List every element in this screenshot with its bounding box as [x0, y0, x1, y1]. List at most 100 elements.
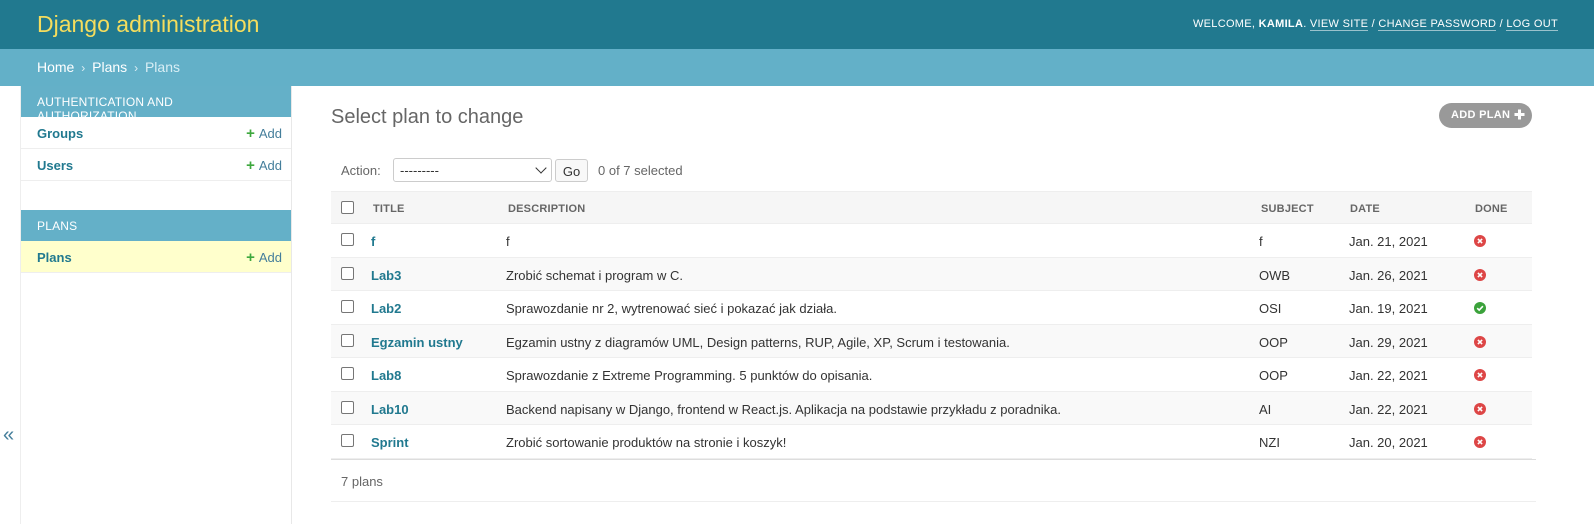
row-description: Zrobić schemat i program w C.: [506, 267, 683, 283]
row-checkbox[interactable]: [341, 434, 354, 447]
breadcrumb-separator: ›: [134, 61, 139, 75]
sidebar-link-users[interactable]: Users: [37, 158, 73, 173]
row-checkbox[interactable]: [341, 400, 354, 414]
row-checkbox[interactable]: [341, 233, 354, 246]
toggle-sidebar-button[interactable]: «: [3, 424, 14, 447]
select-all-checkbox[interactable]: [341, 201, 354, 214]
row-subject: AI: [1259, 401, 1272, 417]
sidebar-item-users: Users + Add: [21, 149, 291, 181]
go-button[interactable]: Go: [555, 159, 588, 182]
user-tools-separator: /: [1368, 18, 1379, 30]
username: KAMILA: [1258, 18, 1304, 30]
action-label: Action:: [341, 163, 381, 178]
breadcrumb-current: Plans: [144, 59, 180, 75]
row-title-link[interactable]: Egzamin ustny: [371, 335, 463, 350]
row-checkbox[interactable]: [341, 333, 354, 347]
nav-sidebar: AUTHENTICATION AND AUTHORIZATION Groups …: [20, 86, 292, 524]
row-date: Jan. 26, 2021: [1349, 267, 1428, 283]
row-checkbox[interactable]: [341, 300, 354, 313]
row-subject: OSI: [1259, 301, 1282, 316]
row-description: Zrobić sortowanie produktów na stronie i…: [506, 435, 787, 450]
row-checkbox[interactable]: [341, 266, 354, 280]
site-brand[interactable]: Django administration: [37, 11, 259, 38]
column-header-description[interactable]: DESCRIPTION: [508, 203, 585, 215]
table-row: Lab3 Zrobić schemat i program w C. OWB Jan.…: [331, 257, 1532, 291]
table-row: f f f Jan. 21, 2021: [331, 224, 1532, 258]
add-plus-icon: +: [246, 125, 255, 142]
done-no-icon: [1474, 369, 1486, 381]
row-subject: OWB: [1259, 267, 1291, 283]
add-groups-link[interactable]: + Add: [246, 126, 282, 141]
row-subject: OOP: [1259, 368, 1288, 383]
add-label: Add: [258, 250, 282, 265]
breadcrumb-separator: ›: [81, 61, 86, 75]
row-subject: NZI: [1259, 435, 1280, 450]
chevron-down-icon: [535, 162, 547, 174]
sidebar-item-groups: Groups + Add: [21, 117, 291, 149]
table-row: Sprint Zrobić sortowanie produktów na str…: [331, 425, 1532, 459]
change-password-link[interactable]: CHANGE PASSWORD: [1378, 18, 1497, 31]
view-site-link[interactable]: VIEW SITE: [1309, 18, 1369, 31]
row-title-link[interactable]: Lab10: [371, 402, 409, 417]
row-date: Jan. 22, 2021: [1349, 401, 1428, 417]
sidebar-link-groups[interactable]: Groups: [37, 126, 83, 141]
action-counter: 0 of 7 selected: [598, 163, 683, 178]
row-subject: OOP: [1259, 334, 1288, 350]
row-subject: f: [1259, 234, 1263, 249]
done-no-icon: [1474, 436, 1486, 448]
paginator: 7 plans: [331, 459, 1536, 502]
page-title: Select plan to change: [331, 106, 524, 128]
module-auth: AUTHENTICATION AND AUTHORIZATION Groups …: [21, 86, 291, 181]
action-selected-value: ---------: [400, 163, 439, 178]
add-plus-icon: +: [246, 249, 255, 266]
breadcrumb-home[interactable]: Home: [37, 59, 74, 75]
user-tools: WELCOME, KAMILA. VIEW SITE / CHANGE PASS…: [1192, 18, 1558, 31]
table-row: Lab8 Sprawozdanie z Extreme Programming. …: [331, 358, 1532, 392]
module-caption-auth[interactable]: AUTHENTICATION AND AUTHORIZATION: [21, 86, 291, 123]
table-row: Egzamin ustny Egzamin ustny z diagramów U…: [331, 324, 1532, 358]
table-header: TITLE DESCRIPTION SUBJECT DATE DONE: [331, 191, 1532, 224]
table-body: f f f Jan. 21, 2021 Lab3 Zrobić schemat i pro…: [331, 224, 1532, 459]
row-title-link[interactable]: f: [371, 234, 375, 249]
column-header-subject[interactable]: SUBJECT: [1261, 203, 1314, 215]
column-header-date[interactable]: DATE: [1350, 203, 1380, 215]
header-bar: Django administration WELCOME, KAMILA. V…: [0, 0, 1594, 49]
row-title-link[interactable]: Lab2: [371, 301, 401, 316]
table-row: Lab10 Backend napisany w Django, frontend…: [331, 391, 1532, 425]
sidebar-link-plans[interactable]: Plans: [37, 250, 72, 265]
row-date: Jan. 21, 2021: [1349, 234, 1428, 249]
row-description: Sprawozdanie z Extreme Programming. 5 pu…: [506, 368, 873, 383]
add-users-link[interactable]: + Add: [246, 158, 282, 173]
breadcrumb-app[interactable]: Plans: [92, 59, 127, 75]
breadcrumb: Home › Plans › Plans: [0, 49, 1594, 86]
results-table: TITLE DESCRIPTION SUBJECT DATE DONE f f f J…: [331, 191, 1532, 459]
row-description: Backend napisany w Django, frontend w Re…: [506, 401, 1061, 417]
log-out-link[interactable]: LOG OUT: [1506, 18, 1558, 31]
done-no-icon: [1474, 268, 1486, 281]
action-select[interactable]: ---------: [393, 158, 552, 182]
done-no-icon: [1474, 235, 1486, 247]
module-caption-plans[interactable]: PLANS: [21, 210, 291, 241]
welcome-text: WELCOME,: [1192, 18, 1259, 30]
done-yes-icon: [1474, 302, 1486, 314]
row-description: Egzamin ustny z diagramów UML, Design pa…: [506, 334, 1010, 350]
column-header-done[interactable]: DONE: [1475, 203, 1508, 215]
row-title-link[interactable]: Sprint: [371, 435, 409, 450]
row-date: Jan. 20, 2021: [1349, 435, 1428, 450]
sidebar-item-plans: Plans + Add: [21, 241, 291, 273]
row-title-link[interactable]: Lab3: [371, 268, 401, 283]
column-header-title[interactable]: TITLE: [373, 203, 405, 215]
add-plan-button[interactable]: ADD PLAN: [1439, 103, 1532, 128]
row-date: Jan. 22, 2021: [1349, 368, 1428, 383]
add-plans-link[interactable]: + Add: [246, 250, 282, 265]
row-date: Jan. 19, 2021: [1349, 301, 1428, 316]
add-label: Add: [258, 158, 282, 173]
row-checkbox[interactable]: [341, 367, 354, 380]
add-label: Add: [258, 126, 282, 141]
plus-icon: [1514, 109, 1525, 120]
row-description: Sprawozdanie nr 2, wytrenować sieć i pok…: [506, 301, 837, 316]
welcome-suffix: .: [1303, 18, 1310, 30]
row-title-link[interactable]: Lab8: [371, 368, 401, 383]
done-no-icon: [1474, 402, 1486, 415]
row-description: f: [506, 234, 510, 249]
